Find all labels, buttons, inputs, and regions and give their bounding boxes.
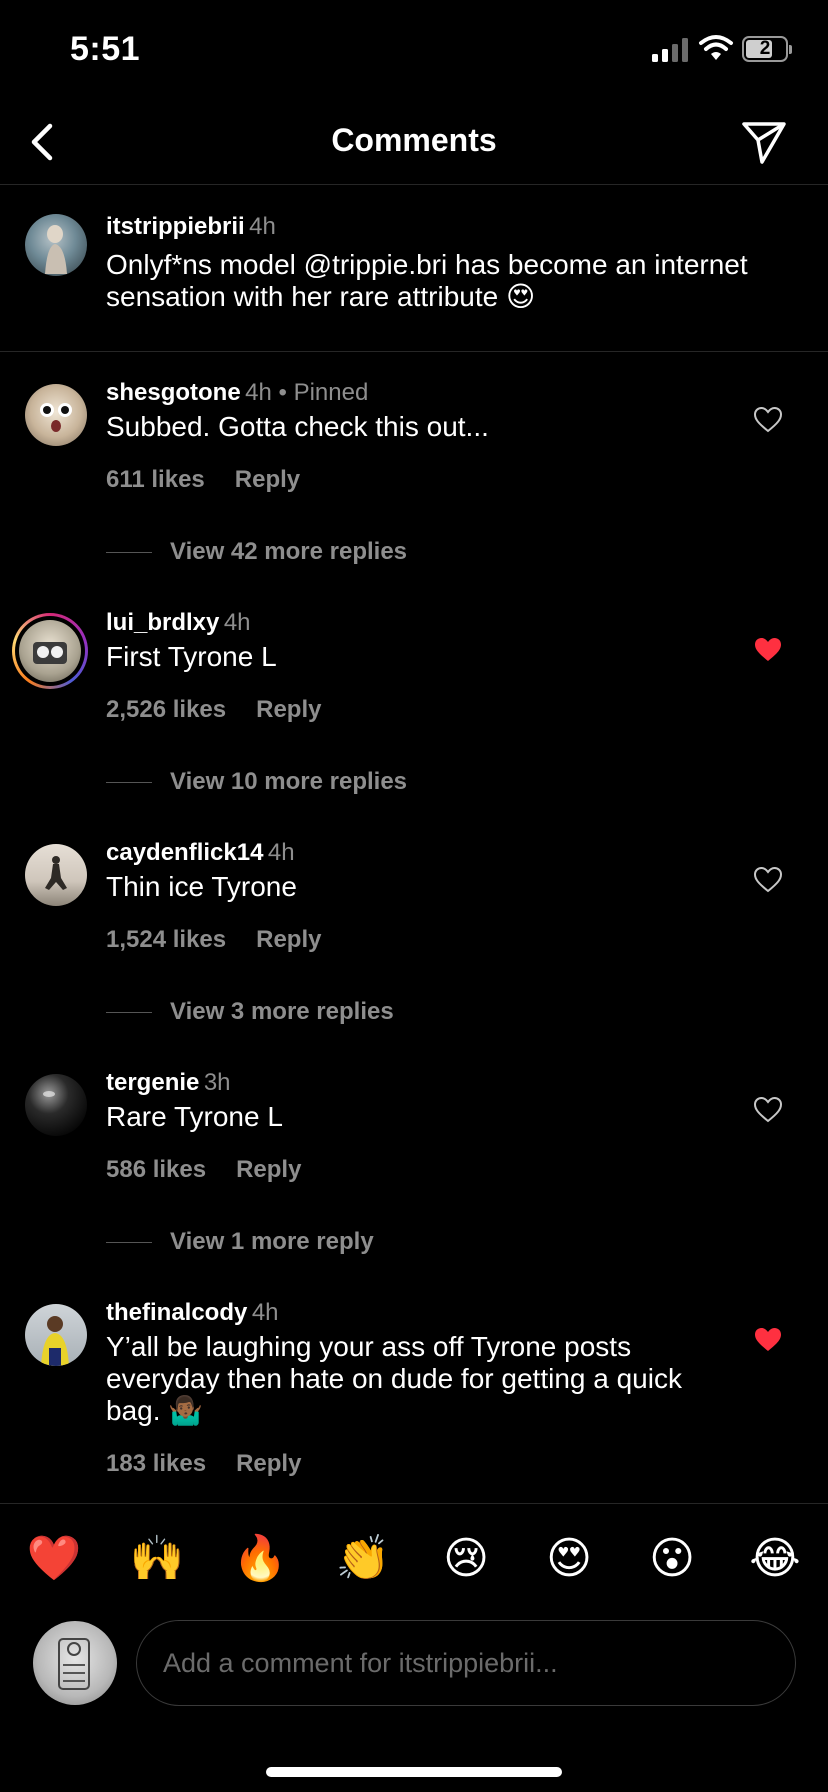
emoji-crying-button[interactable]: 😢 [436, 1534, 496, 1584]
caption-time: 4h [249, 213, 276, 240]
reply-button[interactable]: Reply [256, 926, 321, 953]
caption-text: Onlyf*ns model @trippie.bri has become a… [106, 249, 748, 312]
view-more-replies[interactable]: View 10 more replies [106, 768, 407, 796]
comment-input[interactable] [136, 1620, 796, 1706]
battery-icon: 2 [742, 36, 792, 62]
comment-username[interactable]: shesgotone [106, 379, 241, 406]
avatar[interactable] [25, 384, 87, 446]
reply-button[interactable]: Reply [236, 1450, 301, 1477]
reply-thread-line [106, 552, 152, 554]
emoji-surprised-button[interactable]: 😮 [642, 1534, 702, 1584]
reply-thread-line [106, 1012, 152, 1014]
view-more-replies[interactable]: View 42 more replies [106, 538, 407, 566]
view-more-label: View 42 more replies [170, 538, 408, 565]
home-indicator[interactable] [266, 1767, 562, 1777]
emoji-fire-button[interactable]: 🔥 [230, 1534, 290, 1584]
heart-filled-icon[interactable] [754, 637, 782, 663]
reply-thread-line [106, 1242, 152, 1244]
like-count[interactable]: 183 likes [106, 1450, 206, 1477]
avatar-story-ring[interactable] [12, 613, 88, 689]
heart-outline-icon[interactable] [754, 407, 782, 433]
emoji-heart-button[interactable]: ❤️ [24, 1534, 84, 1584]
post-caption: itstrippiebrii 4h Onlyf*ns model @trippi… [0, 185, 828, 352]
status-time: 5:51 [70, 30, 141, 68]
emoji-reaction-bar: ❤️ 🙌 🔥 👏 😢 😍 😮 😂 [0, 1503, 828, 1614]
comment-time: 4h [245, 379, 272, 406]
comment-username[interactable]: tergenie [106, 1069, 199, 1096]
heart-filled-icon[interactable] [754, 1327, 782, 1353]
view-more-label: View 3 more replies [170, 998, 394, 1025]
emoji-clap-button[interactable]: 👏 [333, 1534, 393, 1584]
avatar[interactable] [25, 844, 87, 906]
comment-header: tergenie 3h [106, 1069, 231, 1097]
comment-username[interactable]: lui_brdlxy [106, 609, 219, 636]
sphere-photo-icon [43, 1091, 55, 1097]
comment-actions: 2,526 likes Reply [106, 696, 351, 724]
reply-button[interactable]: Reply [235, 466, 300, 493]
comment-composer [0, 1613, 828, 1723]
battery-level: 2 [759, 38, 771, 59]
wifi-icon [699, 35, 733, 60]
avatar[interactable] [25, 214, 87, 276]
like-count[interactable]: 2,526 likes [106, 696, 226, 723]
comment-actions: 611 likes Reply [106, 466, 330, 494]
comment-time: 3h [203, 1069, 231, 1096]
person-photo-icon [41, 1316, 69, 1366]
comment-username[interactable]: thefinalcody [106, 1299, 247, 1326]
cartoon-photo-icon [33, 642, 67, 664]
comment-text: First Tyrone L [106, 641, 277, 672]
view-more-replies[interactable]: View 3 more replies [106, 998, 394, 1026]
status-bar: 5:51 2 [0, 0, 828, 100]
comment-time: 4h [251, 1299, 279, 1326]
comment-text: Y’all be laughing your ass off Tyrone po… [106, 1331, 682, 1426]
emoji-laughing-button[interactable]: 😂 [745, 1534, 805, 1584]
comment-text: Rare Tyrone L [106, 1101, 283, 1132]
avatar[interactable] [25, 1074, 87, 1136]
share-send-icon[interactable] [740, 118, 788, 166]
comment-header: lui_brdlxy 4h [106, 609, 251, 637]
caption-header: itstrippiebrii 4h [106, 213, 276, 241]
avatar [33, 1621, 117, 1705]
sketch-photo-icon [58, 1638, 90, 1690]
page-title: Comments [331, 122, 497, 158]
avatar[interactable] [25, 1304, 87, 1366]
view-more-replies[interactable]: View 1 more reply [106, 1228, 374, 1256]
comment-header: thefinalcody 4h [106, 1299, 279, 1327]
cat-photo-icon [40, 403, 72, 432]
reply-button[interactable]: Reply [256, 696, 321, 723]
comment-username[interactable]: caydenflick14 [106, 839, 263, 866]
heart-outline-icon[interactable] [754, 1097, 782, 1123]
view-more-label: View 10 more replies [170, 768, 408, 795]
comment-text: Thin ice Tyrone [106, 871, 297, 902]
emoji-heart-eyes-button[interactable]: 😍 [539, 1534, 599, 1584]
comment-actions: 183 likes Reply [106, 1450, 331, 1478]
comment-time: 4h [267, 839, 295, 866]
caption-username[interactable]: itstrippiebrii [106, 213, 245, 240]
like-count[interactable]: 611 likes [106, 466, 205, 493]
person-photo-icon [45, 225, 67, 274]
comment-text: Subbed. Gotta check this out... [106, 411, 489, 442]
like-count[interactable]: 1,524 likes [106, 926, 226, 953]
silhouette-photo-icon [45, 856, 67, 890]
comment-time: 4h [223, 609, 251, 636]
emoji-raised-hands-button[interactable]: 🙌 [127, 1534, 187, 1584]
view-more-label: View 1 more reply [170, 1228, 374, 1255]
comment-actions: 1,524 likes Reply [106, 926, 351, 954]
comment-header: shesgotone 4h • Pinned [106, 379, 368, 407]
reply-thread-line [106, 782, 152, 784]
cellular-signal-icon [652, 38, 688, 62]
comments-header: Comments [0, 100, 828, 185]
comment-header: caydenflick14 4h [106, 839, 295, 867]
heart-outline-icon[interactable] [754, 867, 782, 893]
reply-button[interactable]: Reply [236, 1156, 301, 1183]
avatar [19, 620, 81, 682]
like-count[interactable]: 586 likes [106, 1156, 206, 1183]
pinned-label: • Pinned [271, 379, 369, 406]
comment-actions: 586 likes Reply [106, 1156, 331, 1184]
